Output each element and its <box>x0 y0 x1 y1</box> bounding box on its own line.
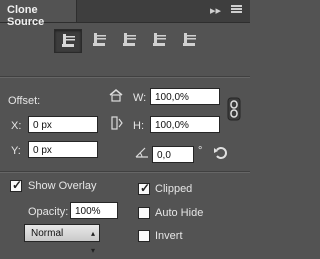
chevron-updown-icon: ▴ ▾ <box>90 229 95 255</box>
invert-label: Invert <box>155 230 183 242</box>
clone-stamp-icon <box>62 34 75 47</box>
height-input[interactable]: 100,0% <box>150 116 220 133</box>
offset-label: Offset: <box>8 95 41 107</box>
reset-icon[interactable] <box>213 145 229 163</box>
flip-icon[interactable] <box>110 115 124 136</box>
clone-source-1-button[interactable] <box>54 29 82 53</box>
link-icon[interactable] <box>225 96 243 125</box>
x-label: X: <box>11 120 22 132</box>
menu-icon[interactable] <box>231 4 242 17</box>
blend-mode-select[interactable]: Normal ▴ ▾ <box>24 224 100 255</box>
clone-source-panel: Clone Source ▸▸ Offset: W: 100,0% X: 0 p… <box>0 0 250 255</box>
divider <box>0 76 250 78</box>
clipped-label: Clipped <box>155 183 193 195</box>
angle-icon <box>135 146 149 161</box>
clone-source-3-button[interactable] <box>116 29 142 51</box>
panel-tab[interactable]: Clone Source <box>0 0 77 28</box>
show-overlay-label: Show Overlay <box>28 180 97 192</box>
clone-source-5-button[interactable] <box>176 29 202 51</box>
auto-hide-label: Auto Hide <box>155 207 204 219</box>
auto-hide-checkbox[interactable] <box>138 207 150 219</box>
opacity-label: Opacity: <box>28 206 69 218</box>
clone-source-4-button[interactable] <box>146 29 172 51</box>
clone-stamp-icon <box>123 33 136 46</box>
opacity-input[interactable]: 100% <box>70 202 118 219</box>
panel-title: Clone Source <box>7 4 45 28</box>
y-label: Y: <box>11 145 21 157</box>
checkmark-icon: ✓ <box>140 181 151 195</box>
blend-mode-value: Normal <box>31 228 64 239</box>
reset-transform-icon[interactable] <box>108 88 124 105</box>
invert-checkbox[interactable] <box>138 230 150 242</box>
rotation-input[interactable]: 0,0 <box>152 146 194 163</box>
clone-stamp-icon <box>93 33 106 46</box>
double-chevron-right-icon[interactable]: ▸▸ <box>210 4 221 17</box>
y-offset-input[interactable]: 0 px <box>28 141 98 158</box>
clone-source-2-button[interactable] <box>86 29 112 51</box>
panel-tab-bar: Clone Source ▸▸ <box>0 0 250 28</box>
checkmark-icon: ✓ <box>12 178 23 192</box>
width-input[interactable]: 100,0% <box>150 88 220 105</box>
degree-symbol: ° <box>198 145 203 157</box>
clone-stamp-icon <box>153 33 166 46</box>
clipped-checkbox[interactable]: ✓ <box>138 181 151 195</box>
show-overlay-checkbox[interactable]: ✓ <box>10 178 23 192</box>
h-label: H: <box>133 120 144 132</box>
x-offset-input[interactable]: 0 px <box>28 116 98 133</box>
clone-stamp-icon <box>183 33 196 46</box>
divider <box>0 171 250 173</box>
w-label: W: <box>133 92 147 104</box>
